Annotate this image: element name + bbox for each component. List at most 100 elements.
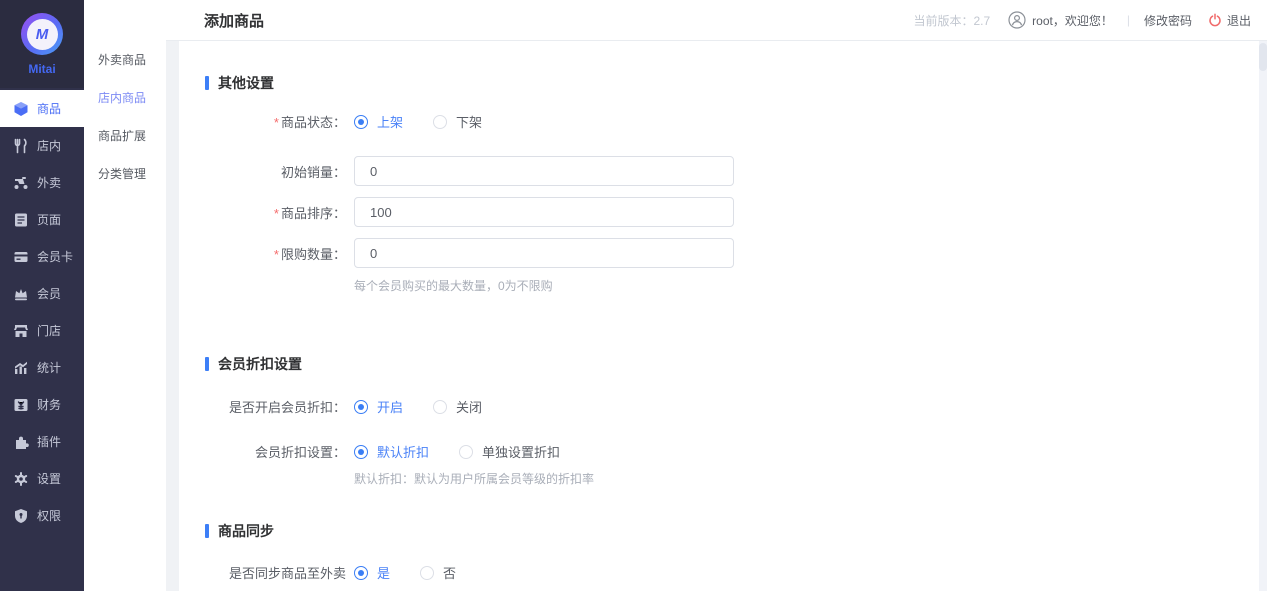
radio-group-sync: 是 否 <box>354 563 486 582</box>
sidebar-item-products[interactable]: 商品 <box>0 90 84 127</box>
radio-label: 是 <box>377 566 391 581</box>
purchase-limit-input[interactable] <box>354 238 734 268</box>
form-row-initial-sales: 初始销量： <box>179 156 1259 186</box>
sidebar-item-label: 插件 <box>37 435 62 449</box>
radio-option-default-discount[interactable]: 默认折扣 <box>354 442 429 461</box>
form-row-product-sort: * 商品排序： <box>179 197 1259 227</box>
logout-button[interactable]: 退出 <box>1208 12 1251 29</box>
delivery-scooter-icon <box>13 175 29 191</box>
mitai-logo-icon: M <box>21 13 63 55</box>
radio-label: 关闭 <box>456 400 483 415</box>
sidebar-item-instore[interactable]: 店内 <box>0 127 84 164</box>
primary-sidebar: M Mitai 商品 店内 外卖 页面 会员卡 会员 门店 统计 财务 插件 设… <box>0 0 84 591</box>
sidebar-item-pages[interactable]: 页面 <box>0 201 84 238</box>
sidebar-item-takeout[interactable]: 外卖 <box>0 164 84 201</box>
logo-text: Mitai <box>28 62 56 76</box>
sidebar-item-plugins[interactable]: 插件 <box>0 423 84 460</box>
submenu-item-category-management[interactable]: 分类管理 <box>84 154 166 192</box>
discount-mode-help: 默认折扣：默认为用户所属会员等级的折扣率 <box>354 472 595 486</box>
logo-block[interactable]: M Mitai <box>0 0 84 88</box>
sidebar-item-label: 会员 <box>37 287 62 301</box>
page-icon <box>13 212 29 228</box>
gear-icon <box>13 471 29 487</box>
submenu-item-takeout-products[interactable]: 外卖商品 <box>84 40 166 78</box>
radio-icon <box>459 444 474 459</box>
scrollbar-track[interactable] <box>1259 41 1267 591</box>
radio-label: 默认折扣 <box>377 445 430 460</box>
purchase-limit-help: 每个会员购买的最大数量，0为不限购 <box>354 279 553 293</box>
chart-icon <box>13 360 29 376</box>
sidebar-item-label: 财务 <box>37 398 62 412</box>
section-member-discount: 会员折扣设置 <box>205 355 1259 372</box>
radio-option-custom-discount[interactable]: 单独设置折扣 <box>459 442 560 461</box>
radio-label: 下架 <box>456 115 483 130</box>
field-label: * 商品状态： <box>273 115 346 130</box>
product-sort-input[interactable] <box>354 197 734 227</box>
submenu-item-label: 分类管理 <box>98 166 147 181</box>
section-other-settings: 其他设置 <box>205 75 1259 91</box>
sidebar-item-settings[interactable]: 设置 <box>0 460 84 497</box>
logo-glyph: M <box>26 18 58 50</box>
radio-icon <box>354 565 368 580</box>
logout-label: 退出 <box>1226 13 1251 28</box>
topbar-right: 当前版本：2.7 root，欢迎您！ | 修改密码 退出 <box>913 11 1267 29</box>
radio-icon <box>433 399 448 414</box>
radio-group-discount-enabled: 开启 关闭 <box>354 397 512 416</box>
radio-icon <box>354 444 368 459</box>
sidebar-item-label: 设置 <box>37 472 62 486</box>
sidebar-item-label: 门店 <box>37 324 62 338</box>
field-label: * 限购数量： <box>273 246 346 262</box>
radio-icon <box>433 114 448 129</box>
radio-option-on-shelf[interactable]: 上架 <box>354 112 403 131</box>
page-title: 添加商品 <box>204 12 265 30</box>
section-bar <box>205 523 209 538</box>
radio-group-discount-mode: 默认折扣 单独设置折扣 <box>354 442 590 461</box>
required-mark: * <box>273 246 279 262</box>
sidebar-item-membercard[interactable]: 会员卡 <box>0 238 84 275</box>
sidebar-item-label: 统计 <box>37 361 62 375</box>
section-bar <box>205 75 209 90</box>
secondary-sidebar: 外卖商品 店内商品 商品扩展 分类管理 <box>84 0 166 591</box>
field-label: * 商品排序： <box>273 205 346 221</box>
submenu-item-label: 外卖商品 <box>98 52 147 67</box>
cube-icon <box>13 101 29 117</box>
change-password-link[interactable]: 修改密码 <box>1144 12 1192 29</box>
radio-icon <box>354 399 368 414</box>
primary-menu: 商品 店内 外卖 页面 会员卡 会员 门店 统计 财务 插件 设置 权限 <box>0 88 84 591</box>
sidebar-item-label: 页面 <box>37 213 62 227</box>
radio-option-enable[interactable]: 开启 <box>354 397 403 416</box>
form-row-purchase-limit: * 限购数量： <box>179 238 1259 268</box>
submenu-item-product-extension[interactable]: 商品扩展 <box>84 116 166 154</box>
shield-icon <box>13 508 29 524</box>
form-row-product-status: * 商品状态： 上架 下架 <box>179 112 1259 131</box>
section-product-sync: 商品同步 <box>205 523 1259 539</box>
radio-option-off-shelf[interactable]: 下架 <box>433 112 482 131</box>
scrollbar-thumb[interactable] <box>1259 43 1267 71</box>
user-menu[interactable]: root，欢迎您！ <box>1008 11 1113 29</box>
sidebar-item-statistics[interactable]: 统计 <box>0 349 84 386</box>
main-column: 添加商品 当前版本：2.7 root，欢迎您！ | 修改密码 退出 其他设置 *… <box>166 0 1267 591</box>
content-gap <box>166 41 179 591</box>
section-title: 会员折扣设置 <box>218 355 302 372</box>
section-bar <box>205 356 209 371</box>
form-row-discount-enabled: 是否开启会员折扣： 开启 关闭 <box>179 397 1259 416</box>
radio-label: 否 <box>443 566 457 581</box>
content-wrap: 其他设置 * 商品状态： 上架 下架 初始销量： 0 * 商品排序： 100 *… <box>166 41 1267 591</box>
sidebar-item-finance[interactable]: 财务 <box>0 386 84 423</box>
radio-icon <box>354 114 368 129</box>
sidebar-item-label: 外卖 <box>37 176 62 190</box>
radio-option-yes[interactable]: 是 <box>354 563 390 582</box>
radio-option-disable[interactable]: 关闭 <box>433 397 482 416</box>
radio-label: 上架 <box>377 115 404 130</box>
initial-sales-input[interactable] <box>354 156 734 186</box>
sidebar-item-label: 店内 <box>37 139 62 153</box>
radio-label: 开启 <box>377 400 404 415</box>
sidebar-item-members[interactable]: 会员 <box>0 275 84 312</box>
submenu-item-instore-products[interactable]: 店内商品 <box>84 78 166 116</box>
sidebar-item-permissions[interactable]: 权限 <box>0 497 84 534</box>
radio-option-no[interactable]: 否 <box>420 563 456 582</box>
sidebar-item-stores[interactable]: 门店 <box>0 312 84 349</box>
submenu-item-label: 店内商品 <box>98 90 147 105</box>
avatar-icon <box>1008 11 1026 29</box>
submenu-item-label: 商品扩展 <box>98 128 147 143</box>
